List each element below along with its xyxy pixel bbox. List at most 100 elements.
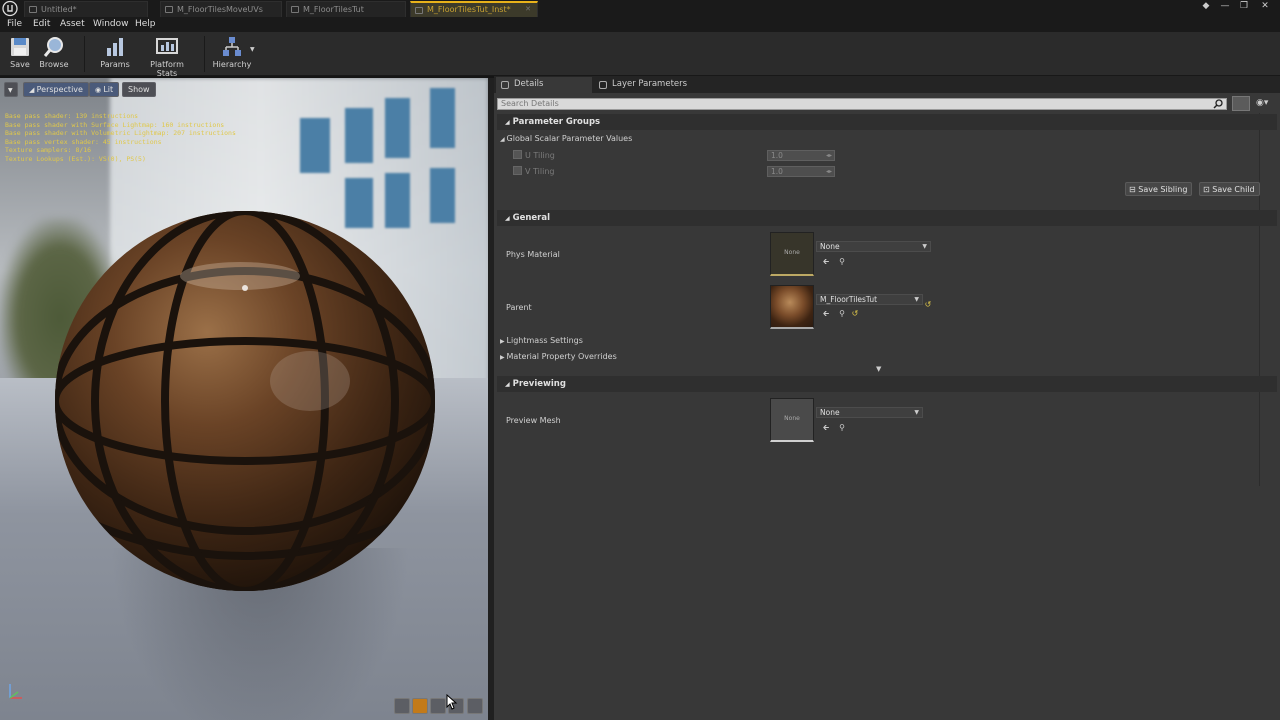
save-sibling-button[interactable]: ⊟ Save Sibling xyxy=(1125,182,1193,196)
params-button[interactable]: Params xyxy=(98,34,132,74)
chevron-down-icon: ▼ xyxy=(8,87,13,94)
preview-sphere-button[interactable] xyxy=(412,698,428,714)
phys-material-combo[interactable]: None ▼ xyxy=(816,241,931,252)
building-window xyxy=(345,108,373,163)
collapse-arrow-icon: ◢ xyxy=(505,119,510,126)
tab-layer-parameters[interactable]: Layer Parameters xyxy=(594,77,694,93)
browse-asset-search-icon[interactable]: ⚲ xyxy=(837,309,847,319)
collapse-arrow-icon: ◢ xyxy=(505,381,510,388)
menu-file[interactable]: File xyxy=(7,19,22,29)
viewport-options-button[interactable]: ▼ xyxy=(4,82,18,97)
chevron-down-icon: ▼ xyxy=(914,296,919,303)
show-button[interactable]: Show xyxy=(122,82,156,97)
parent-material-thumbnail[interactable] xyxy=(770,285,814,329)
menu-window[interactable]: Window xyxy=(93,19,129,29)
category-parameter-groups[interactable]: ◢ Parameter Groups xyxy=(497,114,1277,130)
use-selected-arrow-icon[interactable]: 🡰 xyxy=(821,257,831,267)
stats-line: Base pass shader with Volumetric Lightma… xyxy=(5,129,236,137)
reset-to-default-icon[interactable]: ↺ xyxy=(850,309,860,319)
close-window-button[interactable]: ✕ xyxy=(1258,0,1272,14)
spin-arrows-icon: ◂▸ xyxy=(825,152,832,159)
stats-line: Texture samplers: 8/16 xyxy=(5,146,92,154)
phys-material-thumbnail[interactable]: None xyxy=(770,232,814,276)
show-advanced-chevron-icon[interactable]: ▼ xyxy=(876,365,881,373)
subgroup-global-scalar[interactable]: ◢ Global Scalar Parameter Values xyxy=(500,134,632,143)
material-property-overrides-row[interactable]: ▶ Material Property Overrides xyxy=(500,352,617,361)
toolbar: Save Browse Params Platform Stats Hierar… xyxy=(0,32,1280,78)
restore-button[interactable]: ❐ xyxy=(1237,0,1251,14)
save-icon xyxy=(11,38,29,56)
preview-viewport[interactable]: ▼ ◢ Perspective ◉ Lit Show Base pass sha… xyxy=(0,78,488,720)
tab-m-floortilestut-inst[interactable]: M_FloorTilesTut_Inst* ✕ xyxy=(410,1,538,17)
stats-line: Base pass vertex shader: 45 instructions xyxy=(5,137,162,146)
menu-edit[interactable]: Edit xyxy=(33,19,50,29)
save-child-icon: ⊡ xyxy=(1203,185,1213,194)
use-selected-arrow-icon[interactable]: 🡰 xyxy=(821,423,831,433)
spin-arrows-icon: ◂▸ xyxy=(825,168,832,175)
params-icon xyxy=(107,38,123,56)
use-selected-arrow-icon[interactable]: 🡰 xyxy=(821,309,831,319)
stats-line: Base pass shader with Surface Lightmap: … xyxy=(5,120,225,129)
v-tiling-field[interactable]: 1.0 ◂▸ xyxy=(767,166,835,177)
hierarchy-icon xyxy=(223,37,241,56)
minimize-button[interactable]: — xyxy=(1218,0,1232,14)
browse-asset-search-icon[interactable]: ⚲ xyxy=(837,257,847,267)
search-icon xyxy=(1213,99,1223,109)
building-window xyxy=(430,88,455,148)
tab-m-floortiles-moveuvs[interactable]: M_FloorTilesMoveUVs xyxy=(160,1,282,17)
menu-asset[interactable]: Asset xyxy=(60,19,85,29)
title-bar: Untitled* M_FloorTilesMoveUVs M_FloorTil… xyxy=(0,0,1280,17)
u-tiling-field[interactable]: 1.0 ◂▸ xyxy=(767,150,835,161)
category-previewing[interactable]: ◢ Previewing xyxy=(497,376,1277,392)
category-general[interactable]: ◢ General xyxy=(497,210,1277,226)
hierarchy-dropdown-icon[interactable]: ▼ xyxy=(250,46,255,53)
building-window xyxy=(385,98,410,158)
hierarchy-button[interactable]: Hierarchy xyxy=(212,34,252,74)
perspective-button[interactable]: ◢ Perspective xyxy=(23,82,89,97)
browse-button[interactable]: Browse xyxy=(38,34,70,74)
search-details-input[interactable]: Search Details xyxy=(497,98,1227,110)
stats-line: Texture Lookups (Est.): VS(0), PS(5) xyxy=(5,154,146,163)
perspective-icon: ◢ xyxy=(29,86,37,94)
platform-stats-icon xyxy=(156,38,178,54)
material-icon xyxy=(291,6,299,13)
panel-tabs: Details Layer Parameters xyxy=(494,76,1280,93)
details-icon xyxy=(501,81,509,89)
lightmass-settings-row[interactable]: ▶ Lightmass Settings xyxy=(500,336,583,345)
preview-plane-button[interactable] xyxy=(430,698,446,714)
unreal-logo-icon xyxy=(2,0,18,17)
parent-material-combo[interactable]: M_FloorTilesTut ▼ xyxy=(816,294,923,305)
preview-mesh-thumbnail[interactable]: None xyxy=(770,398,814,442)
tab-details[interactable]: Details xyxy=(496,77,592,93)
phys-material-label: Phys Material xyxy=(506,250,560,259)
menu-help[interactable]: Help xyxy=(135,19,156,29)
notification-icon[interactable]: ◆ xyxy=(1199,0,1213,14)
preview-cylinder-button[interactable] xyxy=(394,698,410,714)
axis-gizmo-icon xyxy=(9,684,22,699)
building-window xyxy=(300,118,330,173)
close-tab-icon[interactable]: ✕ xyxy=(525,3,531,16)
lit-button[interactable]: ◉ Lit xyxy=(89,82,120,97)
tab-untitled[interactable]: Untitled* xyxy=(24,1,148,17)
material-preview-sphere xyxy=(55,211,435,591)
reset-to-default-icon[interactable]: ↺ xyxy=(923,300,933,310)
menu-bar: File Edit Asset Window Help xyxy=(0,17,1280,32)
v-tiling-override-checkbox[interactable] xyxy=(513,166,522,175)
preview-mesh-combo[interactable]: None ▼ xyxy=(816,407,923,418)
u-tiling-label: U Tiling xyxy=(525,151,555,160)
save-button[interactable]: Save xyxy=(6,34,34,74)
u-tiling-override-checkbox[interactable] xyxy=(513,150,522,159)
property-matrix-button[interactable] xyxy=(1232,96,1250,111)
mouse-cursor-icon xyxy=(446,694,458,710)
details-panel: Details Layer Parameters Search Details … xyxy=(494,76,1280,720)
save-child-button[interactable]: ⊡ Save Child xyxy=(1199,182,1260,196)
chevron-down-icon: ▼ xyxy=(914,409,919,416)
preview-mesh-button[interactable] xyxy=(467,698,483,714)
material-icon xyxy=(165,6,173,13)
tab-m-floortilestut[interactable]: M_FloorTilesTut xyxy=(286,1,406,17)
view-options-eye-icon[interactable]: ◉▾ xyxy=(1256,98,1274,110)
toolbar-divider xyxy=(84,36,85,72)
chevron-down-icon: ▼ xyxy=(922,243,927,250)
browse-asset-search-icon[interactable]: ⚲ xyxy=(837,423,847,433)
platform-stats-button[interactable]: Platform Stats xyxy=(139,34,195,78)
